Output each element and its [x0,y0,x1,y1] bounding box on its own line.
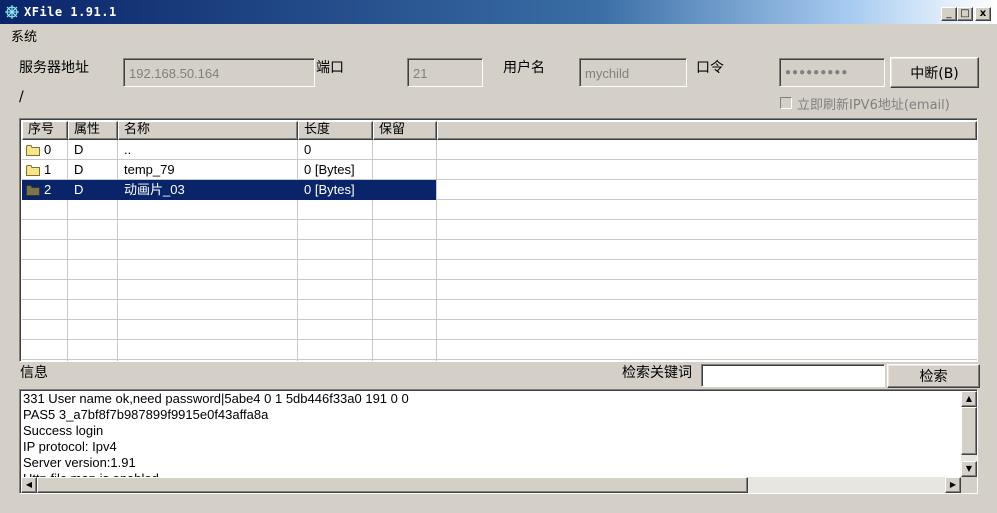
row-index: 1 [44,162,52,177]
log-line: Success login [23,423,104,438]
column-header-reserved[interactable]: 保留 [373,121,437,140]
row-reserved [375,180,379,200]
table-row-selected[interactable]: 2 D 动画片_03 0 [Bytes] [22,180,977,200]
grid-line [22,339,977,340]
row-name: temp_79 [124,162,175,177]
log-text: 331 User name ok,need password|5abe4 0 1… [23,391,960,479]
search-input[interactable] [701,364,885,387]
row-length: 0 [Bytes] [304,182,355,197]
column-header-length[interactable]: 长度 [298,121,373,140]
row-index: 0 [44,142,52,157]
row-reserved [375,160,379,180]
port-field[interactable]: 21 [407,58,483,87]
column-header-attr[interactable]: 属性 [68,121,118,140]
password-field[interactable]: ●●●●●●●●● [779,58,885,87]
username-label: 用户名 [503,60,545,76]
grid-line [22,259,977,260]
log-line: PAS5 3_a7bf8f7b987899f9915e0f43affa8a [23,407,269,422]
title-bar: XFile 1.91.1 _ □ x [0,0,997,24]
vertical-scroll-thumb[interactable] [961,407,977,455]
row-name: 动画片_03 [124,182,185,197]
server-address-field[interactable]: 192.168.50.164 [123,58,315,87]
log-line: Server version:1.91 [23,455,136,470]
log-line: IP protocol: Ipv4 [23,439,117,454]
scroll-right-button[interactable]: ▶ [945,477,961,493]
table-row[interactable]: 1 D temp_79 0 [Bytes] [22,160,977,180]
interrupt-button[interactable]: 中断(B) [890,57,979,88]
grid-line [22,359,977,360]
column-header-filler [437,121,977,140]
search-keyword-label: 检索关键词 [622,365,692,381]
port-label: 端口 [316,60,344,76]
row-reserved [375,140,379,160]
scrollbar-corner [961,477,977,493]
grid-line [22,239,977,240]
folder-icon [26,185,40,196]
row-length: 0 [304,142,312,157]
log-textarea[interactable]: 331 User name ok,need password|5abe4 0 1… [19,389,978,494]
info-label: 信息 [20,365,48,381]
row-attr: D [74,142,84,157]
file-list-table[interactable]: 序号 属性 名称 长度 保留 0 D .. 0 1 D temp_79 0 [B… [19,118,978,362]
grid-line [22,219,977,220]
column-header-name[interactable]: 名称 [118,121,298,140]
menu-item-system[interactable]: 系统 [11,26,37,45]
ipv6-refresh-label: 立即刷新IPV6地址(email) [797,98,950,113]
current-path: / [19,89,24,105]
column-header-index[interactable]: 序号 [22,121,68,140]
table-row[interactable]: 0 D .. 0 [22,140,977,160]
row-name: .. [124,142,132,157]
minimize-button[interactable]: _ [941,7,957,21]
ipv6-refresh-checkbox[interactable] [780,97,792,109]
username-field[interactable]: mychild [579,58,687,87]
row-length: 0 [Bytes] [304,162,355,177]
row-attr: D [74,182,84,197]
log-line: 331 User name ok,need password|5abe4 0 1… [23,391,409,406]
app-icon [5,5,19,19]
folder-icon [26,165,40,176]
grid-line [22,319,977,320]
scroll-left-button[interactable]: ◀ [21,477,37,493]
folder-icon [26,145,40,156]
window-title: XFile 1.91.1 [24,5,117,19]
password-label: 口令 [696,60,724,76]
horizontal-scroll-thumb[interactable] [37,477,748,493]
grid-line [22,279,977,280]
maximize-button[interactable]: □ [957,7,973,21]
close-button[interactable]: x [975,7,991,21]
grid-line [22,299,977,300]
row-index: 2 [44,182,52,197]
selection-highlight [22,180,436,200]
scroll-up-button[interactable]: ▲ [961,391,977,407]
server-label: 服务器地址 [19,60,89,76]
row-attr: D [74,162,84,177]
scroll-down-button[interactable]: ▼ [961,461,977,477]
search-button[interactable]: 检索 [887,364,980,388]
